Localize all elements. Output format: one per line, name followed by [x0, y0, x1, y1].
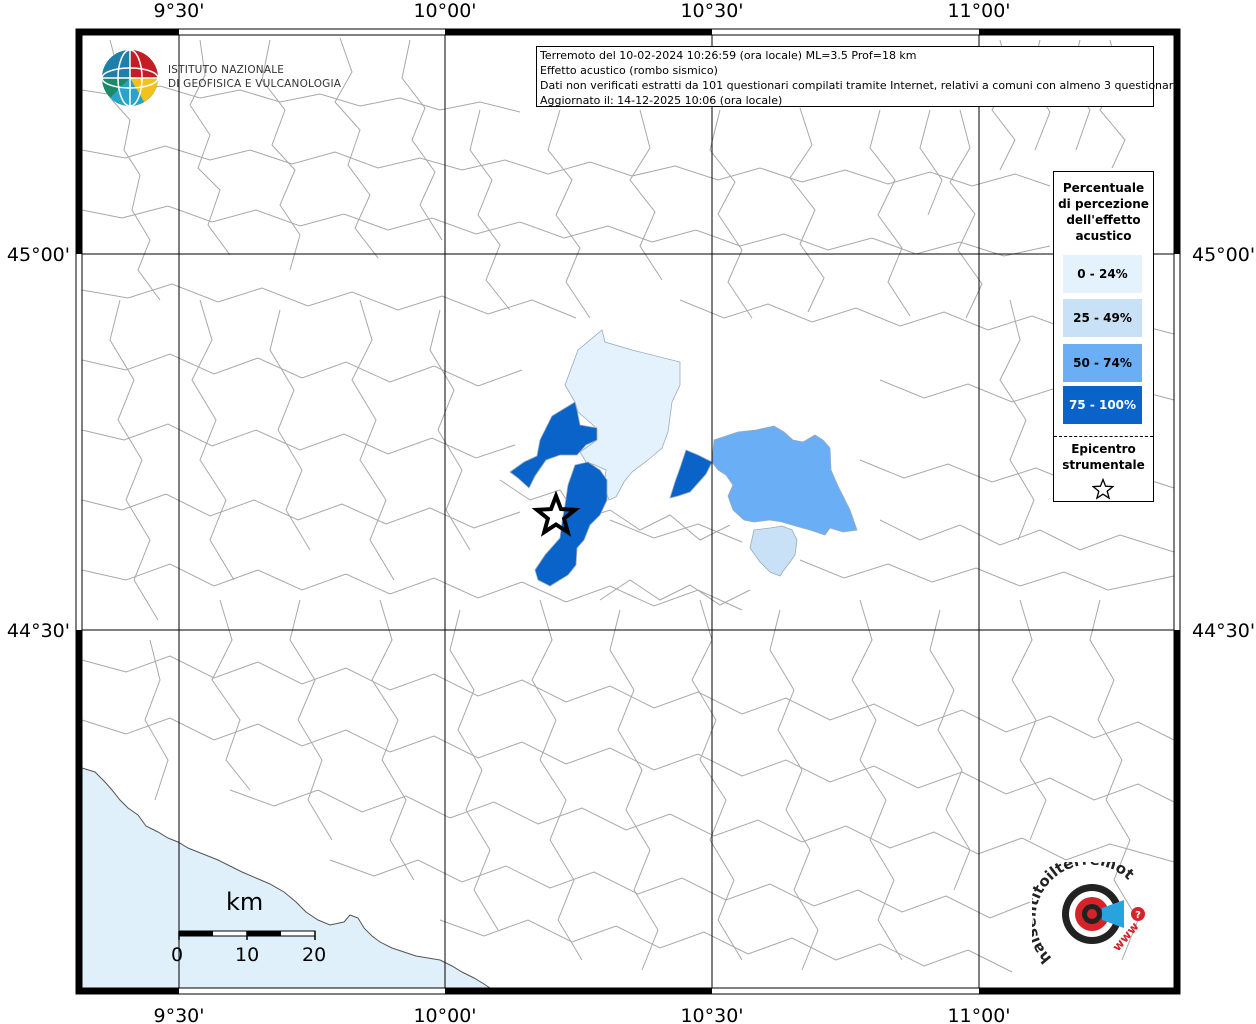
event-info-line: Aggiornato il: 14-12-2025 10:06 (ora loc…	[540, 94, 783, 107]
lon-label-top: 10°30'	[680, 0, 743, 22]
legend-item: 75 - 100%	[1063, 386, 1142, 424]
ingv-logo-line1: ISTITUTO NAZIONALE	[168, 64, 285, 76]
star-icon	[1092, 478, 1114, 500]
lon-label-bottom: 11°00'	[947, 1005, 1010, 1024]
legend-item: 0 - 24%	[1063, 255, 1142, 293]
legend-item: 25 - 49%	[1063, 299, 1142, 337]
ingv-logo-text: ISTITUTO NAZIONALE DI GEOFISICA E VULCAN…	[168, 63, 341, 91]
event-info-line: Effetto acustico (rombo sismico)	[540, 64, 718, 77]
event-info-line: Dati non verificati estratti da 101 ques…	[540, 79, 1180, 92]
svg-text:?: ?	[1135, 910, 1141, 921]
lat-label-left: 44°30'	[7, 620, 70, 642]
lon-label-top: 10°00'	[413, 0, 476, 22]
legend-title-line: acustico	[1075, 229, 1132, 243]
scale-tick: 0	[171, 944, 184, 966]
lon-label-top: 11°00'	[947, 0, 1010, 22]
legend-title-line: dell'effetto	[1066, 213, 1141, 227]
ingv-globe-icon	[101, 49, 159, 107]
legend-item: 50 - 74%	[1063, 344, 1142, 382]
ingv-logo-line2: DI GEOFISICA E VULCANOLOGIA	[168, 78, 342, 90]
legend-title-line: Percentuale	[1062, 181, 1145, 195]
lat-label-left: 45°00'	[7, 244, 70, 266]
legend-epicenter-line: strumentale	[1062, 458, 1145, 472]
lon-label-bottom: 10°30'	[680, 1005, 743, 1024]
lon-label-bottom: 10°00'	[413, 1005, 476, 1024]
event-info-line: Terremoto del 10-02-2024 10:26:59 (ora l…	[540, 49, 917, 62]
lat-label-right: 44°30'	[1192, 620, 1255, 642]
lon-label-bottom: 9°30'	[154, 1005, 205, 1024]
legend-title: Percentuale di percezione dell'effetto a…	[1054, 180, 1153, 244]
event-info-box: Terremoto del 10-02-2024 10:26:59 (ora l…	[536, 46, 1180, 107]
scale-unit: km	[226, 888, 264, 916]
map-land	[82, 35, 1174, 988]
lat-label-right: 45°00'	[1192, 244, 1255, 266]
legend-epicenter-label: Epicentro strumentale	[1054, 441, 1153, 473]
ingv-logo	[100, 48, 162, 115]
legend-title-line: di percezione	[1058, 197, 1149, 211]
legend-epicenter-line: Epicentro	[1071, 442, 1136, 456]
scale-tick: 20	[302, 944, 327, 966]
lon-label-top: 9°30'	[154, 0, 205, 22]
haisentito-logo: haisentitoilterremoto.it ? www	[1021, 848, 1164, 979]
legend: Percentuale di percezione dell'effetto a…	[1053, 171, 1154, 502]
scale-tick: 10	[235, 944, 260, 966]
legend-separator	[1054, 436, 1153, 437]
haisentito-logo-icon: haisentitoilterremoto.it ? www	[1021, 848, 1145, 967]
